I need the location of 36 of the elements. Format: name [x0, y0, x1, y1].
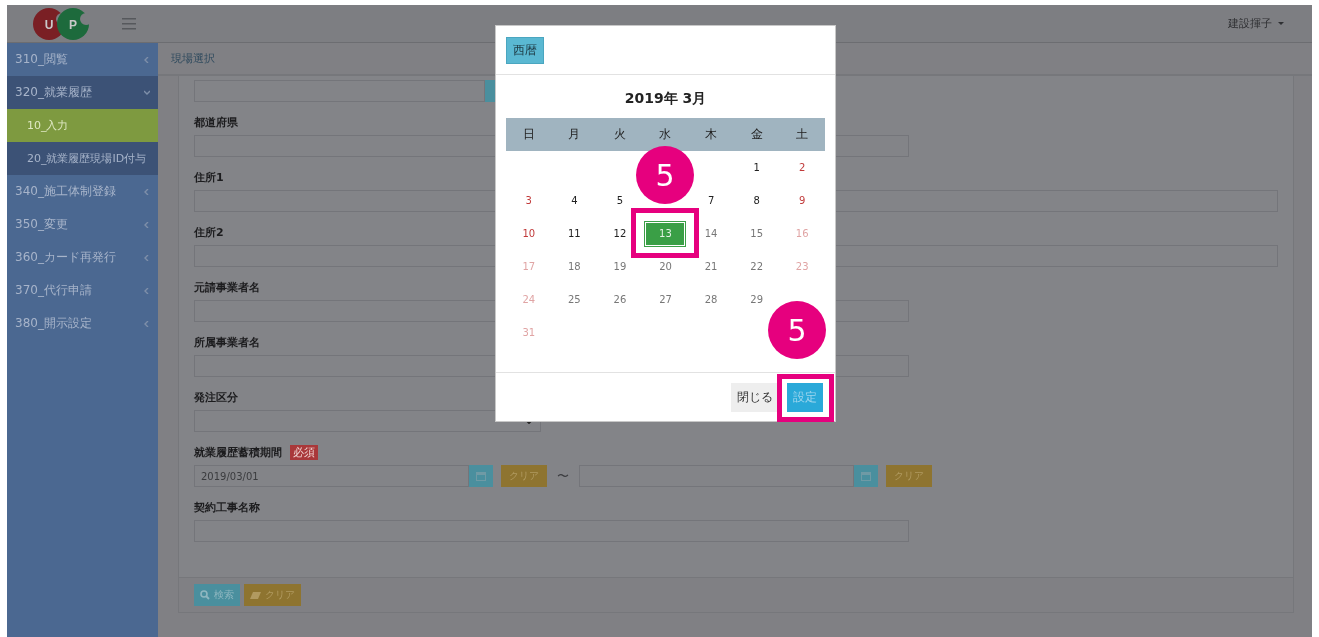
weekday-label: 金	[749, 126, 764, 143]
calendar-day: 29	[747, 292, 766, 307]
required-badge: 必須	[290, 444, 318, 460]
calendar-day: 25	[565, 292, 584, 307]
calendar-day: 19	[610, 259, 630, 274]
month-title: 2019年 3月	[623, 90, 708, 108]
weekday-label: 月	[567, 126, 582, 143]
field-label: 住所1	[194, 169, 224, 185]
logo: U P	[32, 6, 90, 41]
field-label: 都道府県	[194, 114, 238, 130]
field-label: 発注区分	[194, 389, 238, 405]
calendar-day: 22	[747, 259, 766, 274]
calendar-day: 16	[792, 226, 812, 241]
field-label: 就業履歴蓄積期間	[194, 444, 282, 460]
calendar-day: 24	[519, 292, 539, 307]
calendar-day: 18	[565, 259, 584, 274]
calendar-day: 31	[519, 325, 539, 340]
calendar-day: 14	[701, 226, 721, 241]
weekday-label: 火	[612, 126, 627, 143]
weekday-label: 日	[521, 126, 536, 143]
field-label: 契約工事名称	[194, 499, 260, 515]
weekday-label: 水	[658, 126, 673, 143]
field-label: 所属事業者名	[194, 334, 260, 350]
field-label: 元請事業者名	[194, 279, 260, 295]
weekday-label: 木	[704, 126, 719, 143]
calendar-day: 17	[519, 259, 539, 274]
calendar-day: 23	[792, 259, 812, 274]
calendar-day: 20	[656, 259, 675, 274]
weekday-label: 土	[795, 126, 810, 143]
calendar-day: 27	[656, 292, 675, 307]
calendar-day: 26	[610, 292, 630, 307]
calendar-day: 28	[701, 292, 721, 307]
field-label: 住所2	[194, 224, 224, 240]
calendar-day: 21	[701, 259, 721, 274]
tilde-separator: 〜	[557, 467, 569, 485]
calendar-day: 15	[747, 226, 766, 241]
